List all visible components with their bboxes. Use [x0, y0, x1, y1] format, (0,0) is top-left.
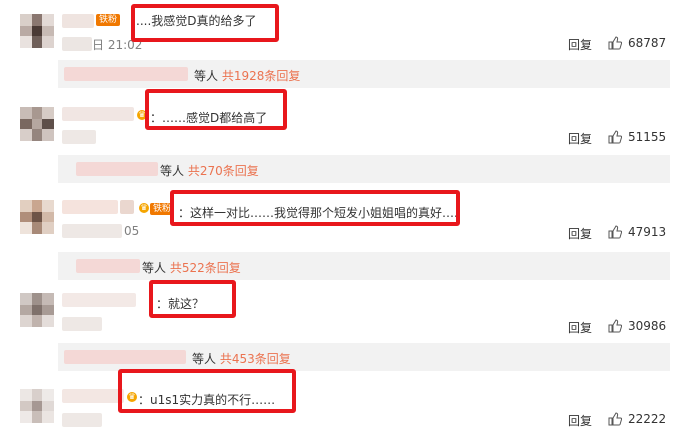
username-blurred[interactable]: [62, 293, 136, 307]
sub-count[interactable]: 共453条回复: [220, 352, 291, 366]
like-count: 22222: [628, 412, 667, 426]
username-blurred[interactable]: [62, 107, 134, 121]
time-blurred: [62, 37, 92, 51]
sub-replies[interactable]: 等人 共1928条回复: [58, 60, 670, 88]
sub-prefix: 等人: [192, 352, 217, 366]
comment-5: ♛ ：u1s1实力真的不行…… 回复 22222: [0, 369, 690, 429]
sub-prefix: 等人: [194, 69, 219, 83]
sub-prefix: 等人: [160, 164, 185, 178]
comment-time: 05: [124, 224, 140, 238]
thumbs-up-icon: [608, 319, 622, 333]
like-count: 30986: [628, 319, 667, 333]
comment-1: 铁粉 日 21:02 ....我感觉D真的给多了 回复 68787 等人 共19…: [0, 0, 690, 95]
reply-button[interactable]: 回复: [568, 130, 600, 147]
sub-prefix: 等人: [142, 261, 167, 275]
username-blurred[interactable]: [62, 14, 94, 28]
username-blurred[interactable]: [62, 200, 118, 214]
username-blurred[interactable]: [62, 389, 124, 403]
thumbs-up-icon: [608, 225, 622, 239]
avatar[interactable]: [20, 107, 54, 141]
reply-button[interactable]: 回复: [568, 36, 600, 53]
time-blurred: [62, 413, 102, 427]
like-count: 51155: [628, 130, 667, 144]
replier-names-blurred: [76, 259, 140, 273]
sub-count[interactable]: 共522条回复: [170, 261, 241, 275]
sub-replies[interactable]: 等人 共453条回复: [58, 343, 670, 371]
avatar[interactable]: [20, 200, 54, 234]
replier-names-blurred: [76, 162, 158, 176]
thumbs-up-icon: [608, 130, 622, 144]
sub-count[interactable]: 共270条回复: [188, 164, 259, 178]
comment-4: ：就这？ 回复 30986 等人 共453条回复: [0, 280, 690, 375]
reply-button[interactable]: 回复: [568, 225, 600, 242]
highlight-box: [131, 4, 279, 42]
thumbs-up-icon: [608, 412, 622, 426]
avatar[interactable]: [20, 293, 54, 327]
highlight-box: [149, 280, 236, 318]
avatar[interactable]: [20, 389, 54, 423]
comment-3: ♛ 铁粉 05 ：这样一对比……我觉得那个短发小姐姐唱的真好…. 回复 4791…: [0, 190, 690, 285]
highlight-box: [145, 89, 287, 130]
highlight-box: [170, 190, 460, 226]
replier-names-blurred: [64, 67, 188, 81]
time-blurred: [62, 317, 102, 331]
time-blurred: [62, 130, 96, 144]
sub-count[interactable]: 共1928条回复: [222, 69, 301, 83]
like-count: 47913: [628, 225, 667, 239]
username-tail: [120, 200, 134, 214]
avatar[interactable]: [20, 14, 54, 48]
vip-crown-icon: ♛: [139, 203, 149, 213]
sub-replies[interactable]: 等人 共522条回复: [58, 252, 670, 280]
highlight-box: [118, 369, 296, 413]
replier-names-blurred: [64, 350, 186, 364]
time-blurred: [62, 224, 122, 238]
reply-button[interactable]: 回复: [568, 319, 600, 336]
reply-button[interactable]: 回复: [568, 412, 600, 429]
thumbs-up-icon: [608, 36, 622, 50]
sub-replies[interactable]: 等人 共270条回复: [58, 155, 670, 183]
like-count: 68787: [628, 36, 667, 50]
comment-2: ♛ ：……感觉D都给高了 回复 51155 等人 共270条回复: [0, 89, 690, 190]
fan-badge: 铁粉: [96, 14, 121, 26]
